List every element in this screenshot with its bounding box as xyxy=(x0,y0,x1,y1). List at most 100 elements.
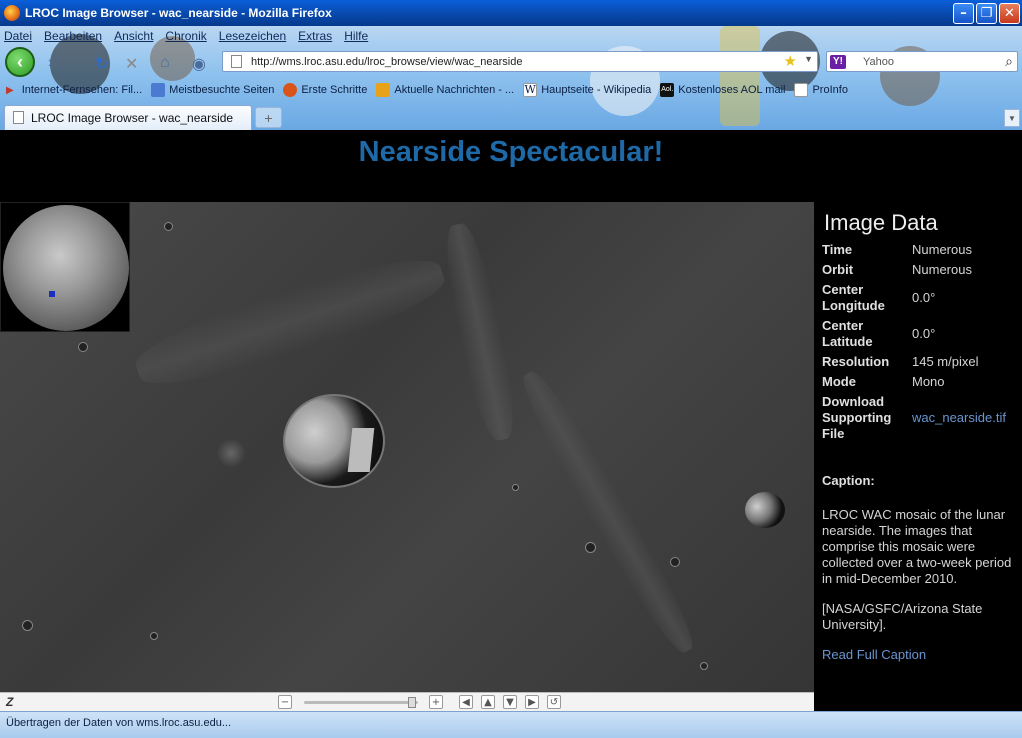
menu-datei[interactable]: Datei xyxy=(4,29,32,43)
data-value: 0.0° xyxy=(912,326,936,341)
data-row-center-latitude: Center Latitude 0.0° xyxy=(822,318,1020,350)
menu-chronik[interactable]: Chronik xyxy=(165,29,206,43)
crater xyxy=(150,632,158,640)
url-bar[interactable]: http://wms.lroc.asu.edu/lroc_browse/view… xyxy=(222,51,818,72)
menu-bar: Datei Bearbeiten Ansicht Chronik Lesezei… xyxy=(0,26,368,46)
crater xyxy=(216,438,246,468)
bookmark-item[interactable]: W Hauptseite - Wikipedia xyxy=(523,83,651,97)
ridge-shape xyxy=(512,364,704,660)
close-button[interactable]: ✕ xyxy=(999,3,1020,24)
bookmark-label: ProInfo xyxy=(812,84,848,96)
firefox-icon xyxy=(283,83,298,97)
data-value: 0.0° xyxy=(912,290,936,305)
tab-list-button[interactable]: ▼ xyxy=(1004,109,1020,127)
menu-ansicht[interactable]: Ansicht xyxy=(114,29,153,43)
bookmark-label: Kostenloses AOL mail xyxy=(678,84,786,96)
data-key: Center Longitude xyxy=(822,282,885,313)
crater xyxy=(745,492,785,528)
zoom-slider[interactable] xyxy=(304,701,418,704)
window-controls: – ❐ ✕ xyxy=(953,3,1020,24)
zoom-in-button[interactable]: + xyxy=(429,695,443,709)
overview-map[interactable] xyxy=(0,202,130,332)
data-value: 145 m/pixel xyxy=(912,354,979,369)
data-row-center-longitude: Center Longitude 0.0° xyxy=(822,282,1020,314)
tab-lroc[interactable]: LROC Image Browser - wac_nearside xyxy=(4,105,252,130)
yahoo-icon[interactable]: Y! xyxy=(830,55,846,69)
maximize-button[interactable]: ❐ xyxy=(976,3,997,24)
bookmark-item[interactable]: ProInfo xyxy=(794,83,848,97)
status-bar: Übertragen der Daten von wms.lroc.asu.ed… xyxy=(0,711,1022,738)
zoom-out-button[interactable]: − xyxy=(278,695,292,709)
forward-icon[interactable]: › xyxy=(48,54,53,72)
crater xyxy=(78,342,88,352)
stop-icon[interactable]: ✕ xyxy=(125,54,138,74)
ridge-shape xyxy=(437,220,523,444)
data-key: Time xyxy=(822,242,853,257)
ridge-shape xyxy=(128,244,452,400)
menu-hilfe[interactable]: Hilfe xyxy=(344,29,368,43)
read-full-caption-link[interactable]: Read Full Caption xyxy=(822,647,926,662)
crater xyxy=(512,484,519,491)
data-row-time: Time Numerous xyxy=(822,242,1020,258)
overview-moon-image xyxy=(3,205,129,331)
bookmarks-toolbar: ▶ Internet-Fernsehen: Fil... Meistbesuch… xyxy=(0,80,857,100)
data-value: Numerous xyxy=(912,242,972,257)
firefox-icon xyxy=(4,5,20,21)
moon-map[interactable] xyxy=(0,202,814,692)
bookmark-label: Internet-Fernsehen: Fil... xyxy=(21,84,143,96)
bookmarks-chevron-icon[interactable]: ▶ xyxy=(6,85,14,96)
map-controls: Z − + ◀ ▲ ▼ ▶ ↺ xyxy=(0,692,814,711)
data-row-resolution: Resolution 145 m/pixel xyxy=(822,354,1020,370)
bookmark-item[interactable]: Meistbesuchte Seiten xyxy=(151,83,274,97)
crater xyxy=(22,620,33,631)
bookmark-label: Meistbesuchte Seiten xyxy=(169,84,275,96)
data-key: Center Latitude xyxy=(822,318,873,349)
data-key: Download Supporting File xyxy=(822,394,892,441)
search-bar[interactable]: Y! Yahoo ⌕ xyxy=(826,51,1018,72)
caption-credit: [NASA/GSFC/Arizona State University]. xyxy=(822,601,983,632)
overview-location-marker xyxy=(49,291,55,297)
bookmark-item[interactable]: Internet-Fernsehen: Fil... xyxy=(22,84,142,96)
bookmark-item[interactable]: Aktuelle Nachrichten - ... xyxy=(376,83,514,97)
page-icon xyxy=(794,83,809,97)
menu-lesezeichen[interactable]: Lesezeichen xyxy=(219,29,286,43)
addon-icon[interactable]: ◉ xyxy=(192,54,206,74)
data-key: Resolution xyxy=(822,354,890,369)
map-logo: Z xyxy=(6,695,14,709)
window-titlebar: LROC Image Browser - wac_nearside - Mozi… xyxy=(0,0,1022,26)
reload-icon[interactable]: ↻ xyxy=(95,54,108,74)
minimize-button[interactable]: – xyxy=(953,3,974,24)
zoom-slider-handle[interactable] xyxy=(408,697,417,708)
pan-down-icon[interactable]: ▼ xyxy=(503,695,517,709)
search-icon[interactable]: ⌕ xyxy=(1005,53,1013,70)
crater xyxy=(164,222,173,231)
bookmark-item[interactable]: Erste Schritte xyxy=(283,83,367,97)
wikipedia-icon: W xyxy=(523,83,538,97)
browser-chrome: Datei Bearbeiten Ansicht Chronik Lesezei… xyxy=(0,26,1022,130)
menu-bearbeiten[interactable]: Bearbeiten xyxy=(44,29,102,43)
caption-heading: Caption: xyxy=(822,473,875,488)
url-dropdown-icon[interactable]: ▼ xyxy=(804,54,813,64)
tab-strip: LROC Image Browser - wac_nearside + ▼ xyxy=(0,104,1022,130)
folder-icon xyxy=(151,83,166,97)
menu-extras[interactable]: Extras xyxy=(298,29,332,43)
reset-view-icon[interactable]: ↺ xyxy=(547,695,561,709)
page-content: Nearside Spectacular! Z − + ◀ ▲ ▼ ▶ ↺ Im… xyxy=(0,130,1022,711)
page-icon xyxy=(231,55,242,68)
data-row-download: Download Supporting File wac_nearside.ti… xyxy=(822,394,1020,442)
bookmark-item[interactable]: Aol. Kostenloses AOL mail xyxy=(660,83,785,97)
data-value: Mono xyxy=(912,374,945,389)
pan-up-icon[interactable]: ▲ xyxy=(481,695,495,709)
page-icon xyxy=(13,111,24,124)
new-tab-button[interactable]: + xyxy=(255,107,282,128)
search-input[interactable]: Yahoo xyxy=(863,56,894,68)
download-link[interactable]: wac_nearside.tif xyxy=(912,410,1006,426)
bookmark-star-icon[interactable]: ★ xyxy=(784,52,797,70)
status-text: Übertragen der Daten von wms.lroc.asu.ed… xyxy=(6,717,232,729)
home-icon[interactable]: ⌂ xyxy=(160,54,170,72)
crater xyxy=(585,542,596,553)
pan-left-icon[interactable]: ◀ xyxy=(459,695,473,709)
pan-right-icon[interactable]: ▶ xyxy=(525,695,539,709)
back-button[interactable]: ‹ xyxy=(5,47,35,77)
bookmark-label: Erste Schritte xyxy=(301,84,368,96)
